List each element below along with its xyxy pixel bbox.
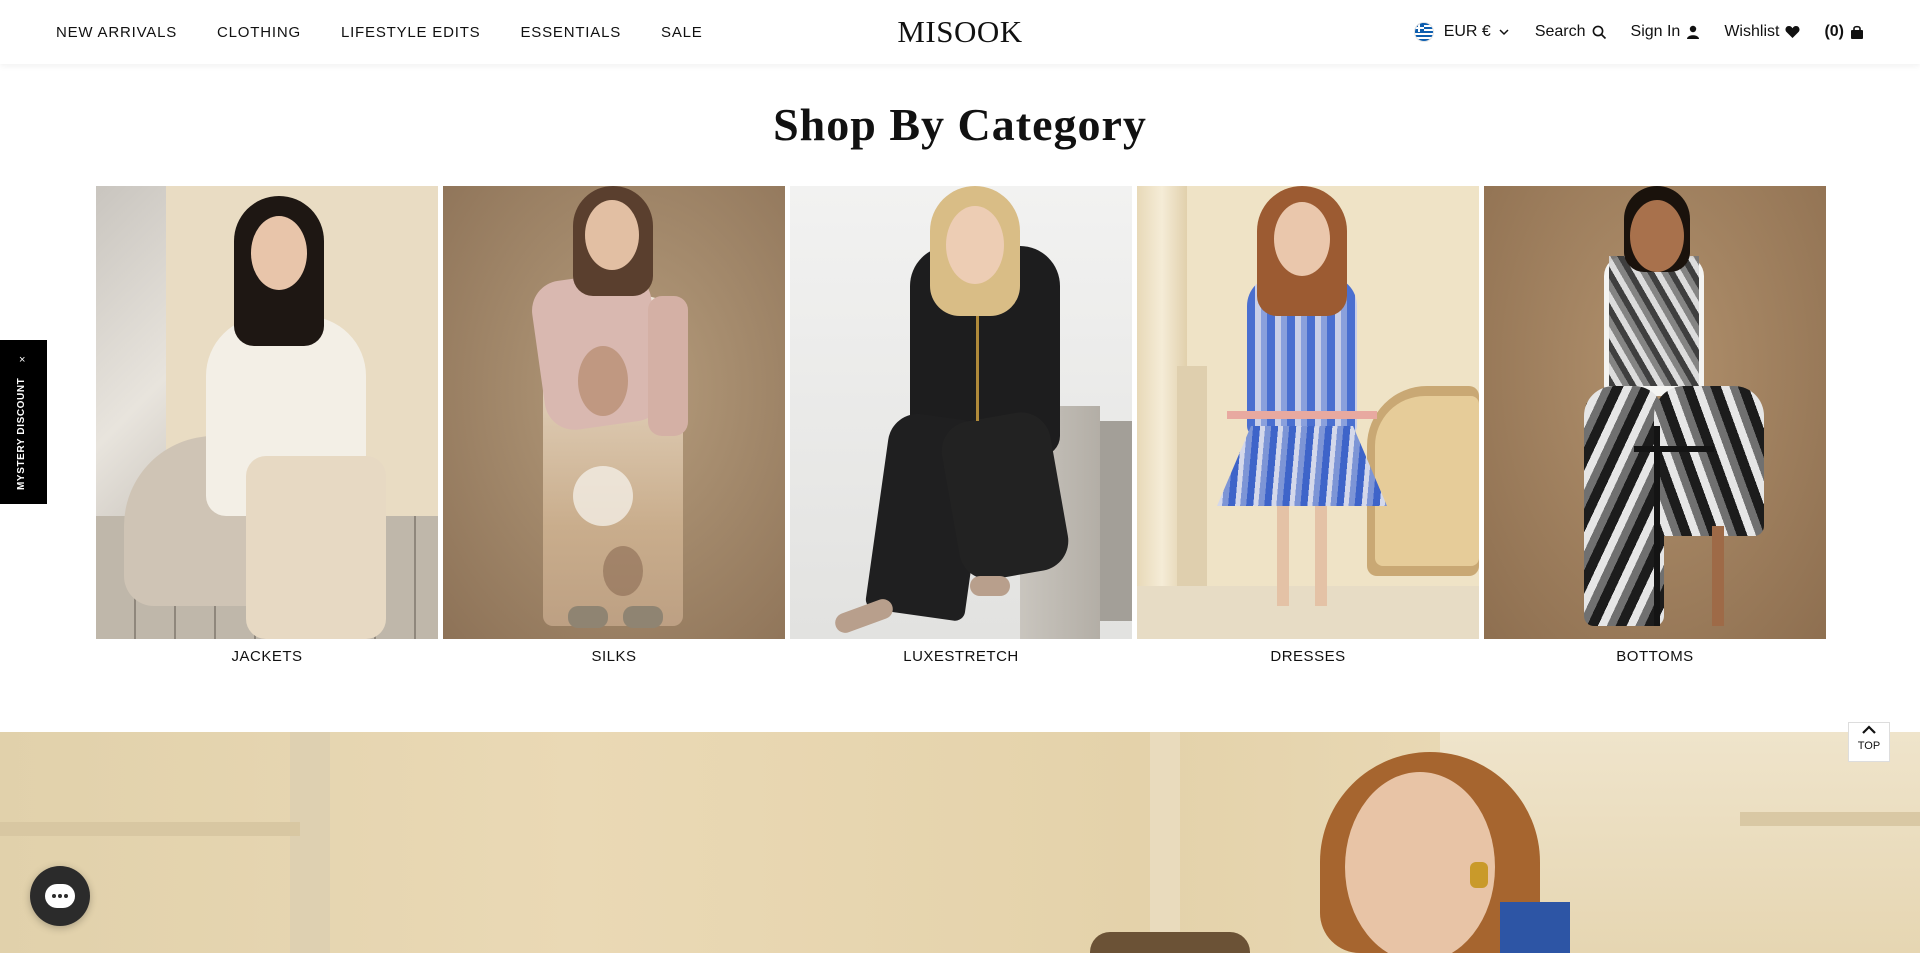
mystery-discount-label: MYSTERY DISCOUNT [16, 377, 27, 490]
main-nav: NEW ARRIVALS CLOTHING LIFESTYLE EDITS ES… [56, 0, 743, 64]
nav-sale[interactable]: SALE [661, 24, 703, 41]
category-image-luxestretch[interactable] [790, 186, 1132, 639]
category-grid: JACKETS SILKS LUXESTRETCH DRESSES BOTTOM… [96, 186, 1826, 676]
wishlist-button[interactable]: Wishlist [1724, 23, 1800, 41]
site-header: NEW ARRIVALS CLOTHING LIFESTYLE EDITS ES… [0, 0, 1920, 64]
category-label-luxestretch[interactable]: LUXESTRETCH [790, 648, 1132, 665]
category-image-jackets[interactable] [96, 186, 438, 639]
back-to-top-button[interactable]: TOP [1848, 722, 1890, 762]
back-to-top-label: TOP [1857, 740, 1881, 752]
nav-essentials[interactable]: ESSENTIALS [520, 24, 621, 41]
brand-logo[interactable]: MISOOK [895, 14, 1025, 50]
category-label-silks[interactable]: SILKS [443, 648, 785, 665]
category-card-dresses[interactable]: DRESSES [1137, 186, 1479, 676]
mystery-discount-tab[interactable]: × MYSTERY DISCOUNT [0, 340, 47, 504]
currency-selector[interactable]: EUR € [1413, 22, 1511, 42]
chevron-up-icon [1862, 725, 1876, 734]
sign-in-button[interactable]: Sign In [1631, 23, 1701, 41]
wishlist-label: Wishlist [1724, 23, 1780, 40]
nav-new-arrivals[interactable]: NEW ARRIVALS [56, 24, 177, 41]
category-card-jackets[interactable]: JACKETS [96, 186, 438, 676]
category-label-bottoms[interactable]: BOTTOMS [1484, 648, 1826, 665]
search-label: Search [1534, 23, 1586, 40]
header-utilities: EUR € Search Sign In Wishlist (0) [1390, 0, 1864, 64]
user-icon [1687, 25, 1700, 39]
category-label-jackets[interactable]: JACKETS [96, 648, 438, 665]
sign-in-label: Sign In [1630, 23, 1681, 40]
category-label-dresses[interactable]: DRESSES [1137, 648, 1479, 665]
shopping-bag-icon [1851, 25, 1863, 39]
search-icon [1592, 25, 1606, 39]
category-card-bottoms[interactable]: BOTTOMS [1484, 186, 1826, 676]
heart-icon [1785, 26, 1800, 38]
category-card-luxestretch[interactable]: LUXESTRETCH [790, 186, 1132, 676]
cart-button[interactable]: (0) [1824, 23, 1864, 41]
category-image-silks[interactable] [443, 186, 785, 639]
greece-flag-icon [1413, 22, 1434, 42]
cart-count: (0) [1824, 23, 1844, 40]
search-button[interactable]: Search [1535, 23, 1607, 41]
chevron-down-icon [1499, 29, 1509, 36]
nav-lifestyle-edits[interactable]: LIFESTYLE EDITS [341, 24, 481, 41]
category-image-dresses[interactable] [1137, 186, 1479, 639]
nav-clothing[interactable]: CLOTHING [217, 24, 301, 41]
close-icon[interactable]: × [19, 354, 25, 366]
category-card-silks[interactable]: SILKS [443, 186, 785, 676]
category-image-bottoms[interactable] [1484, 186, 1826, 639]
chat-widget-button[interactable] [30, 866, 90, 926]
hero-banner[interactable] [0, 732, 1920, 953]
currency-label: EUR € [1443, 23, 1491, 40]
section-title: Shop By Category [773, 99, 1147, 150]
chat-bubble-icon [45, 884, 75, 908]
